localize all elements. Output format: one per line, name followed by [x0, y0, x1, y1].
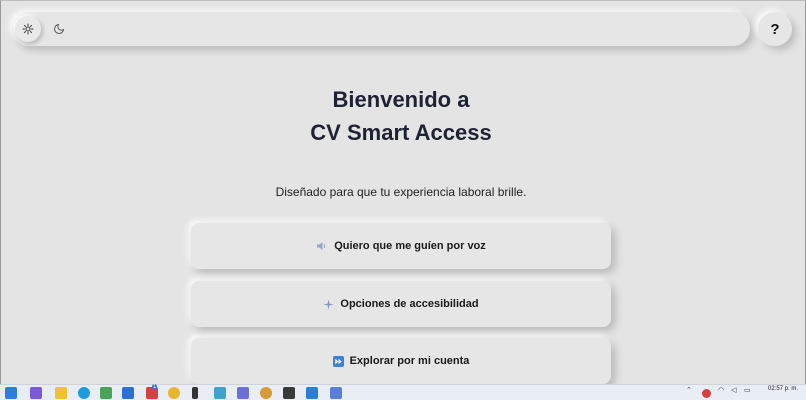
dark-mode-button[interactable]: [46, 16, 72, 42]
widgets-icon[interactable]: [30, 387, 42, 399]
speaker-icon: [316, 241, 328, 251]
file-explorer-icon[interactable]: [55, 387, 67, 399]
light-mode-button[interactable]: [15, 16, 41, 42]
taskbar-clock[interactable]: 02:57 p. m.: [762, 385, 804, 393]
page-title: Bienvenido a CV Smart Access: [1, 83, 801, 149]
chevron-up-icon[interactable]: ⌃: [686, 386, 692, 394]
title-line-1: Bienvenido a: [332, 87, 470, 112]
notification-badge: 1: [152, 384, 158, 390]
sparkle-icon: [323, 298, 334, 310]
start-icon[interactable]: [5, 387, 17, 399]
page-subtitle: Diseñado para que tu experiencia laboral…: [275, 185, 527, 199]
terminal-icon[interactable]: [283, 387, 295, 399]
vscode-icon[interactable]: [306, 387, 318, 399]
accessibility-options-button[interactable]: Opciones de accesibilidad: [191, 281, 611, 327]
clock-time: 02:57 p. m.: [767, 386, 799, 392]
explore-button[interactable]: Explorar por mi cuenta: [191, 338, 611, 384]
voice-guide-label: Quiero que me guíen por voz: [334, 240, 486, 252]
volume-icon[interactable]: ◁: [731, 386, 736, 394]
fast-forward-icon: [332, 355, 344, 367]
help-label: ?: [770, 20, 780, 38]
chrome-icon[interactable]: [168, 387, 180, 399]
mail-icon[interactable]: [122, 387, 134, 399]
taskbar: 1 ⌃ ◠ ◁ ▭ 02:57 p. m.: [0, 384, 806, 400]
app-red-icon[interactable]: 1: [146, 384, 158, 399]
app-blue-icon[interactable]: [330, 387, 342, 399]
sun-icon: [22, 23, 34, 35]
edge-icon[interactable]: [78, 387, 90, 399]
notes-icon[interactable]: [214, 387, 226, 399]
voice-guide-button[interactable]: Quiero que me guíen por voz: [191, 223, 611, 269]
explore-label: Explorar por mi cuenta: [349, 355, 470, 367]
help-button[interactable]: ?: [758, 12, 792, 46]
top-bar: [12, 12, 750, 46]
battery-icon[interactable]: ▭: [744, 386, 751, 394]
accessibility-options-label: Opciones de accesibilidad: [340, 298, 479, 310]
tray-app-icon[interactable]: [702, 389, 711, 398]
app-purple-icon[interactable]: [237, 387, 249, 399]
moon-icon: [54, 24, 64, 34]
wifi-icon[interactable]: ◠: [718, 386, 724, 394]
browser-viewport: ? Bienvenido a CV Smart Access Diseñado …: [0, 0, 806, 384]
phone-icon[interactable]: [192, 387, 198, 399]
chrome-active-icon[interactable]: [260, 387, 272, 399]
store-icon[interactable]: [100, 387, 112, 399]
title-line-2: CV Smart Access: [310, 120, 492, 145]
